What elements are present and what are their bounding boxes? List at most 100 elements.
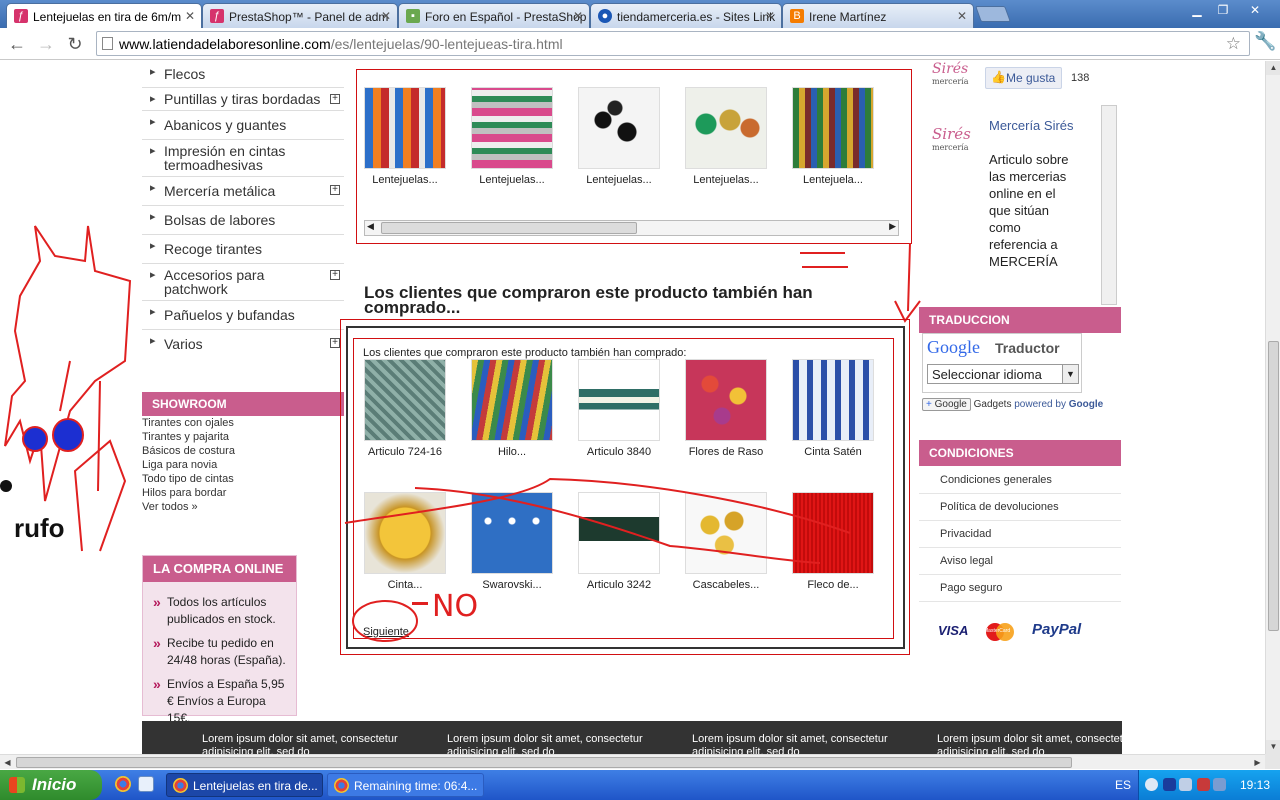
expand-plus-icon[interactable]: + — [330, 94, 340, 104]
expand-plus-icon[interactable]: + — [330, 270, 340, 280]
product-image[interactable] — [792, 359, 874, 441]
also-product[interactable]: Cinta Satén — [778, 359, 888, 458]
maximize-icon[interactable]: ❐ — [1210, 2, 1236, 18]
product-image[interactable] — [471, 87, 553, 169]
tray-security-icon[interactable] — [1197, 778, 1210, 791]
horizontal-scrollbar[interactable]: ◀ ▶ — [0, 754, 1265, 769]
tray-display-icon[interactable] — [1179, 778, 1192, 791]
product-image[interactable] — [578, 359, 660, 441]
carousel-product[interactable]: Lentejuelas... — [564, 87, 674, 186]
condiciones-link[interactable]: Política de devoluciones — [919, 494, 1121, 521]
product-name[interactable]: Flores de Raso — [671, 446, 781, 458]
powered-google[interactable]: Google — [1069, 399, 1103, 410]
vertical-scroll-thumb[interactable] — [1268, 341, 1279, 631]
post-author[interactable]: Mercería Sirés — [989, 117, 1089, 134]
scroll-down-icon[interactable]: ▼ — [1266, 740, 1280, 754]
scroll-left-icon[interactable]: ◀ — [367, 221, 374, 232]
expand-plus-icon[interactable]: + — [330, 338, 340, 348]
product-name[interactable]: Lentejuelas... — [350, 174, 460, 186]
language-select[interactable]: Seleccionar idioma ▼ — [927, 364, 1079, 384]
task-button[interactable]: Remaining time: 06:4... — [327, 773, 484, 797]
also-product[interactable]: Hilo... — [457, 359, 567, 458]
carousel-scroll-thumb[interactable] — [381, 222, 637, 234]
product-name[interactable]: Cinta Satén — [778, 446, 888, 458]
post-scrollbar[interactable] — [1101, 105, 1117, 305]
category-item[interactable]: Impresión en cintas termoadhesivas — [142, 140, 344, 177]
product-image[interactable] — [792, 87, 874, 169]
category-item[interactable]: Varios + — [142, 330, 344, 358]
product-image[interactable] — [364, 87, 446, 169]
tab-irene[interactable]: B Irene Martínez ✕ — [782, 3, 974, 28]
product-name[interactable]: Articulo 3840 — [564, 446, 674, 458]
category-item[interactable]: Pañuelos y bufandas — [142, 301, 344, 330]
scroll-up-icon[interactable]: ▲ — [1266, 61, 1280, 75]
category-item[interactable]: Bolsas de labores — [142, 206, 344, 235]
product-name[interactable]: Hilo... — [457, 446, 567, 458]
category-item[interactable]: Recoge tirantes — [142, 235, 344, 264]
tab-lentejuelas[interactable]: ƒ Lentejuelas en tira de 6m/m ✕ — [6, 3, 202, 29]
powered-by[interactable]: powered by — [1014, 399, 1066, 410]
close-icon[interactable]: ✕ — [381, 9, 391, 23]
back-arrow-icon[interactable]: ← — [6, 33, 28, 55]
product-name[interactable]: Lentejuela... — [778, 174, 888, 186]
scroll-right-icon[interactable]: ▶ — [1250, 755, 1265, 770]
close-icon[interactable]: ✕ — [185, 9, 195, 23]
condiciones-link[interactable]: Aviso legal — [919, 548, 1121, 575]
start-button[interactable]: Inicio — [0, 770, 102, 800]
reload-icon[interactable]: ↻ — [64, 33, 86, 55]
product-name[interactable]: Lentejuelas... — [671, 174, 781, 186]
tray-arrow-icon[interactable] — [1145, 778, 1158, 791]
tab-prestashop-panel[interactable]: ƒ PrestaShop™ - Panel de adm ✕ — [202, 3, 398, 28]
expand-plus-icon[interactable]: + — [330, 185, 340, 195]
showroom-link[interactable]: Ver todos » — [142, 500, 342, 514]
product-image[interactable] — [578, 87, 660, 169]
category-item[interactable]: Puntillas y tiras bordadas + — [142, 88, 344, 111]
like-button[interactable]: 👍 Me gusta — [985, 67, 1063, 89]
showroom-link[interactable]: Todo tipo de cintas — [142, 472, 342, 486]
chrome-quicklaunch-icon[interactable] — [115, 776, 131, 792]
forward-arrow-icon[interactable]: → — [35, 33, 57, 55]
carousel-product[interactable]: Lentejuelas... — [350, 87, 460, 186]
desktop-quicklaunch-icon[interactable] — [138, 776, 154, 792]
also-product[interactable]: Flores de Raso — [671, 359, 781, 458]
category-item[interactable]: Accesorios para patchwork + — [142, 264, 344, 301]
product-image[interactable] — [685, 359, 767, 441]
showroom-link[interactable]: Liga para novia — [142, 458, 342, 472]
close-icon[interactable]: ✕ — [957, 9, 967, 23]
category-item[interactable]: Mercería metálica + — [142, 177, 344, 206]
showroom-link[interactable]: Tirantes con ojales — [142, 416, 342, 430]
condiciones-link[interactable]: Pago seguro — [919, 575, 1121, 602]
minimize-icon[interactable]: ▁ — [1184, 2, 1210, 18]
also-product[interactable]: Articulo 724-16 — [350, 359, 460, 458]
product-image[interactable] — [471, 359, 553, 441]
showroom-link[interactable]: Hilos para bordar — [142, 486, 342, 500]
tab-foro[interactable]: ▪ Foro en Español - PrestaShop ✕ — [398, 3, 590, 28]
close-window-icon[interactable]: ✕ — [1240, 2, 1270, 18]
showroom-link[interactable]: Tirantes y pajarita — [142, 430, 342, 444]
horizontal-scroll-thumb[interactable] — [16, 757, 1072, 768]
carousel-product[interactable]: Lentejuelas... — [457, 87, 567, 186]
tray-volume-icon[interactable] — [1213, 778, 1226, 791]
scroll-right-icon[interactable]: ▶ — [889, 221, 896, 232]
category-item[interactable]: Abanicos y guantes — [142, 111, 344, 140]
new-tab-button[interactable] — [975, 6, 1011, 22]
product-name[interactable]: Lentejuelas... — [457, 174, 567, 186]
product-name[interactable]: Articulo 724-16 — [350, 446, 460, 458]
address-bar[interactable]: www.latiendadelaboresonline.com/es/lente… — [96, 31, 1250, 56]
close-icon[interactable]: ✕ — [765, 9, 775, 23]
wrench-menu-icon[interactable]: 🔧 — [1254, 31, 1276, 52]
carousel-product[interactable]: Lentejuelas... — [671, 87, 781, 186]
tray-network-icon[interactable] — [1163, 778, 1176, 791]
carousel-scrollbar[interactable]: ◀ ▶ — [364, 220, 899, 236]
language-indicator[interactable]: ES — [1115, 778, 1131, 792]
google-gadgets-button[interactable]: + Google — [922, 398, 971, 411]
carousel-product[interactable]: Lentejuela... — [778, 87, 888, 186]
clock[interactable]: 19:13 — [1240, 778, 1270, 792]
showroom-link[interactable]: Básicos de costura — [142, 444, 342, 458]
category-item[interactable]: Flecos — [142, 61, 344, 88]
product-image[interactable] — [364, 359, 446, 441]
product-name[interactable]: Lentejuelas... — [564, 174, 674, 186]
condiciones-link[interactable]: Condiciones generales — [919, 467, 1121, 494]
bookmark-star-icon[interactable]: ☆ — [1226, 34, 1241, 54]
scroll-left-icon[interactable]: ◀ — [0, 755, 15, 770]
